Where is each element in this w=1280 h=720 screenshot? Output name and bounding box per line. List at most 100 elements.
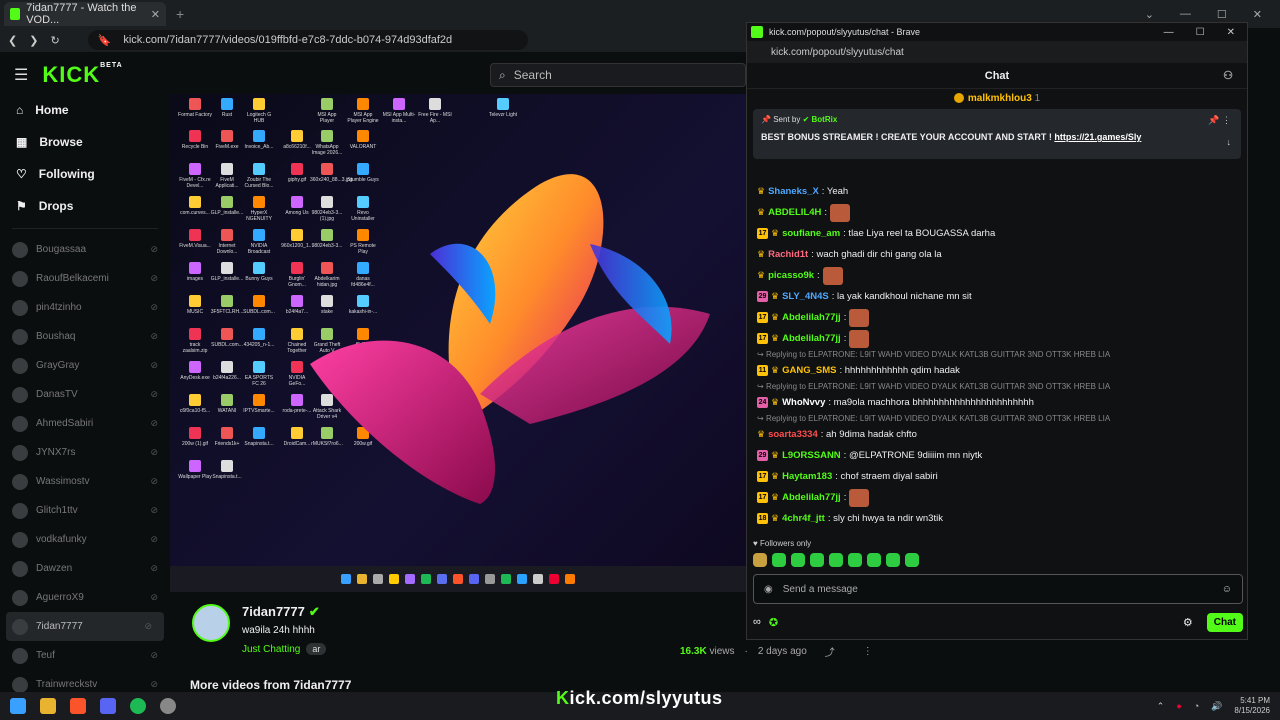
emote-icon[interactable]: [791, 553, 805, 567]
chat-username[interactable]: Rachid1t: [768, 249, 808, 260]
close-icon[interactable]: ✕: [1253, 8, 1262, 21]
sidebar-channel[interactable]: pin4tzinho ⊘: [0, 293, 170, 322]
volume-icon[interactable]: 🔊: [1211, 701, 1222, 712]
sidebar-channel[interactable]: vodkafunky ⊘: [0, 525, 170, 554]
desktop-icon: 200w (1).gif: [178, 427, 212, 447]
desktop-icon: Logitech G HUB: [242, 98, 276, 124]
offline-icon: ⊘: [144, 621, 152, 631]
emote-icon[interactable]: [829, 553, 843, 567]
kick-badge-icon[interactable]: ✪: [769, 616, 778, 629]
chat-username[interactable]: Abdelilah77jj: [782, 333, 841, 344]
menu-icon[interactable]: ☰: [14, 65, 28, 85]
chat-username[interactable]: Abdelilah77jj: [782, 312, 841, 323]
sidebar-channel[interactable]: AguerroX9 ⊘: [0, 583, 170, 612]
emoji-icon[interactable]: ☺: [1222, 584, 1232, 595]
settings-icon[interactable]: ⚙: [1183, 616, 1193, 629]
kick-logo[interactable]: KICKBETA: [42, 62, 122, 88]
chat-input[interactable]: ◉ Send a message ☺: [753, 574, 1243, 604]
emote-icon[interactable]: [772, 553, 786, 567]
video-player[interactable]: Format Factory Rust Logitech G HUB MSI App …: [170, 94, 746, 592]
sidebar-channel[interactable]: Dawzen ⊘: [0, 554, 170, 583]
nav-browse[interactable]: ▦ Browse: [0, 126, 170, 158]
tray-app-icon[interactable]: ●: [1176, 701, 1181, 711]
desktop-icon: IPTVSmarte...: [242, 394, 276, 414]
sidebar-channel[interactable]: DanasTV ⊘: [0, 380, 170, 409]
sidebar-channel[interactable]: Bougassaa ⊘: [0, 235, 170, 264]
pinned-link[interactable]: https://21.games/Sly: [1054, 132, 1141, 142]
nav-home[interactable]: ⌂ Home: [0, 94, 170, 126]
search-input[interactable]: ⌕ Search: [490, 63, 746, 87]
chat-username[interactable]: SLY_4N4S: [782, 291, 829, 302]
sidebar-channel[interactable]: Glitch1ttv ⊘: [0, 496, 170, 525]
emote-icon[interactable]: [905, 553, 919, 567]
chat-username[interactable]: soufiane_am: [782, 228, 840, 239]
chat-username[interactable]: WhoNvvy: [782, 397, 825, 408]
home-icon: ⌂: [16, 103, 24, 117]
chat-username[interactable]: soarta3334: [768, 429, 818, 440]
chat-username[interactable]: L9ORSSANN: [782, 450, 841, 461]
language-tag[interactable]: ar: [306, 643, 327, 655]
discord-icon[interactable]: [100, 698, 116, 714]
emote-icon[interactable]: [886, 553, 900, 567]
chevron-up-icon[interactable]: ⌃: [1157, 701, 1165, 712]
nav-following[interactable]: ♡ Following: [0, 158, 170, 190]
forward-icon[interactable]: ❯: [29, 34, 38, 47]
users-icon[interactable]: ⚇: [1223, 69, 1233, 82]
sidebar-channel[interactable]: Boushaq ⊘: [0, 322, 170, 351]
bookmark-icon[interactable]: 🔖: [98, 34, 112, 47]
sidebar-channel[interactable]: GrayGray ⊘: [0, 351, 170, 380]
chat-username[interactable]: Haytam183: [782, 471, 832, 482]
minimize-icon[interactable]: —: [1180, 8, 1191, 21]
unpin-icon[interactable]: 📌 ⋮: [1208, 115, 1231, 126]
sidebar-channel[interactable]: 7idan7777 ⊘: [6, 612, 164, 641]
chat-send-button[interactable]: Chat: [1206, 612, 1243, 632]
desktop-icon: FiveM.Visua...: [178, 229, 212, 249]
chevron-down-icon[interactable]: ⌄: [1145, 8, 1154, 21]
streamer-name[interactable]: 7idan7777 ✔: [242, 604, 320, 620]
brave-icon[interactable]: [70, 698, 86, 714]
maximize-icon[interactable]: ☐: [1196, 27, 1205, 38]
emote-icon[interactable]: [867, 553, 881, 567]
avatar[interactable]: [192, 604, 230, 642]
points-icon[interactable]: ∞: [753, 616, 761, 628]
windows-start-icon[interactable]: [10, 698, 26, 714]
sidebar: ⌂ Home ▦ Browse ♡ Following ⚑ Drops Bougassa…: [0, 94, 170, 693]
more-options-icon[interactable]: ⋮: [863, 646, 873, 657]
sidebar-channel[interactable]: Teuf ⊘: [0, 641, 170, 670]
browser-tab[interactable]: 7idan7777 - Watch the VOD... ✕: [4, 2, 166, 26]
emote-icon[interactable]: [753, 553, 767, 567]
top-gifter[interactable]: malkmkhlou3 1: [747, 89, 1247, 109]
chat-username[interactable]: Abdelilah77jj: [782, 492, 841, 503]
steam-icon[interactable]: [160, 698, 176, 714]
nav-drops[interactable]: ⚑ Drops: [0, 190, 170, 222]
chat-username[interactable]: ABDELIL4H: [768, 207, 821, 218]
close-tab-icon[interactable]: ✕: [151, 8, 160, 21]
wifi-icon[interactable]: ◔: [1194, 701, 1199, 711]
back-icon[interactable]: ❮: [8, 34, 17, 47]
avatar: [12, 676, 28, 693]
avatar: [12, 357, 28, 374]
maximize-icon[interactable]: ☐: [1217, 8, 1227, 21]
expand-icon[interactable]: ↓: [1227, 137, 1232, 147]
sidebar-channel[interactable]: AhmedSabiri ⊘: [0, 409, 170, 438]
chat-username[interactable]: picasso9k: [768, 270, 814, 281]
file-explorer-icon[interactable]: [40, 698, 56, 714]
category-link[interactable]: Just Chatting ar: [242, 643, 327, 655]
close-icon[interactable]: ✕: [1227, 27, 1235, 38]
spotify-icon[interactable]: [130, 698, 146, 714]
chat-username[interactable]: Shaneks_X: [768, 186, 819, 197]
popout-url[interactable]: kick.com/popout/slyyutus/chat: [747, 41, 1247, 63]
emote-icon[interactable]: [810, 553, 824, 567]
address-bar[interactable]: 🔖 kick.com/7idan7777/videos/019ffbfd-e7c…: [87, 30, 528, 50]
sidebar-channel[interactable]: JYNX7rs ⊘: [0, 438, 170, 467]
sidebar-channel[interactable]: Wassimostv ⊘: [0, 467, 170, 496]
minimize-icon[interactable]: —: [1164, 27, 1174, 38]
chat-username[interactable]: GANG_SMS: [782, 365, 836, 376]
emote-icon[interactable]: [848, 553, 862, 567]
reload-icon[interactable]: ↻: [50, 34, 59, 47]
share-icon[interactable]: ⤴: [825, 644, 835, 659]
clock[interactable]: 5:41 PM 8/15/2026: [1234, 696, 1270, 716]
new-tab-icon[interactable]: +: [176, 6, 184, 22]
sidebar-channel[interactable]: RaoufBelkacemi ⊘: [0, 264, 170, 293]
chat-username[interactable]: 4chr4f_jtt: [782, 513, 825, 524]
